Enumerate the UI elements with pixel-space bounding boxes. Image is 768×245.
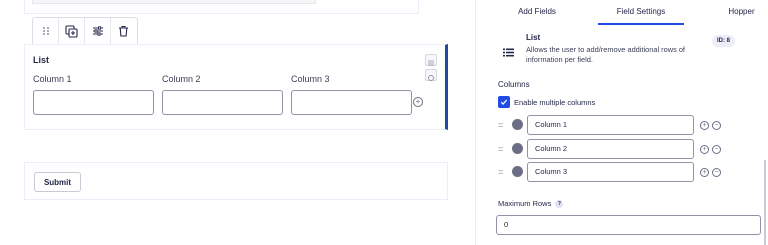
- enable-multiple-columns-label: Enable multiple columns: [514, 97, 596, 107]
- conditional-logic-icon[interactable]: [425, 69, 437, 81]
- add-row-icon[interactable]: +: [413, 97, 423, 107]
- column-choice-radio[interactable]: [512, 119, 523, 130]
- remove-choice-icon[interactable]: −: [712, 145, 721, 154]
- list-field[interactable]: List Column 1 Column 2 Column 3 +: [24, 44, 448, 130]
- panel-scrollbar[interactable]: [764, 160, 766, 245]
- column-choice-row: = Column 1 + −: [498, 115, 728, 135]
- list-field-label: List: [33, 55, 50, 65]
- remove-choice-icon[interactable]: −: [712, 168, 721, 177]
- drag-handle-icon[interactable]: =: [498, 144, 503, 154]
- trash-icon[interactable]: [111, 18, 137, 44]
- add-choice-icon[interactable]: +: [700, 145, 709, 154]
- column-1-label: Column 1: [33, 74, 72, 84]
- columns-section-label: Columns: [498, 80, 530, 89]
- drag-handle-icon[interactable]: =: [498, 120, 503, 130]
- add-choice-icon[interactable]: +: [700, 168, 709, 177]
- column-choice-input[interactable]: Column 2: [527, 139, 694, 159]
- submit-button[interactable]: Submit: [34, 172, 81, 192]
- maximum-rows-label-text: Maximum Rows: [498, 199, 552, 208]
- submit-area: Submit: [24, 162, 448, 200]
- drag-handle-icon[interactable]: =: [498, 167, 503, 177]
- column-3-label: Column 3: [291, 74, 330, 84]
- panel-tabs: Add Fields Field Settings Hopper: [476, 0, 768, 25]
- tab-field-settings[interactable]: Field Settings: [598, 0, 684, 25]
- column-choice-input[interactable]: Column 1: [527, 115, 694, 135]
- column-choice-radio[interactable]: [512, 166, 523, 177]
- maximum-rows-input[interactable]: 0: [496, 215, 761, 235]
- previous-field-input[interactable]: [32, 0, 316, 4]
- field-list-icon[interactable]: [425, 54, 437, 66]
- column-2-label: Column 2: [162, 74, 201, 84]
- field-type-description: Allows the user to add/remove additional…: [526, 45, 685, 64]
- field-id-badge: ID: 8: [712, 35, 736, 47]
- enable-multiple-columns-checkbox[interactable]: [498, 96, 510, 108]
- help-icon[interactable]: ?: [555, 199, 564, 208]
- column-3-input[interactable]: [291, 90, 412, 115]
- tab-hopper[interactable]: Hopper: [684, 0, 768, 25]
- column-1-input[interactable]: [33, 90, 154, 115]
- column-choice-radio[interactable]: [512, 143, 523, 154]
- drag-handle-icon[interactable]: [33, 18, 59, 44]
- column-choice-input[interactable]: Column 3: [527, 162, 694, 182]
- column-choice-row: = Column 3 + −: [498, 162, 728, 182]
- remove-choice-icon[interactable]: −: [712, 121, 721, 130]
- add-choice-icon[interactable]: +: [700, 121, 709, 130]
- settings-sliders-icon[interactable]: [85, 18, 111, 44]
- form-canvas: List Column 1 Column 2 Column 3 + Submit: [0, 0, 475, 245]
- settings-panel: Add Fields Field Settings Hopper List Al…: [475, 0, 768, 245]
- maximum-rows-label: Maximum Rows ?: [498, 199, 564, 208]
- field-type-title: List: [526, 33, 541, 42]
- field-toolbar: [32, 17, 138, 44]
- duplicate-icon[interactable]: [59, 18, 85, 44]
- column-2-input[interactable]: [162, 90, 283, 115]
- tab-add-fields[interactable]: Add Fields: [476, 0, 598, 25]
- list-icon: [503, 44, 514, 62]
- field-info: List Allows the user to add/remove addit…: [476, 30, 768, 70]
- enable-multiple-columns-row[interactable]: Enable multiple columns: [498, 96, 595, 108]
- column-choice-row: = Column 2 + −: [498, 139, 728, 159]
